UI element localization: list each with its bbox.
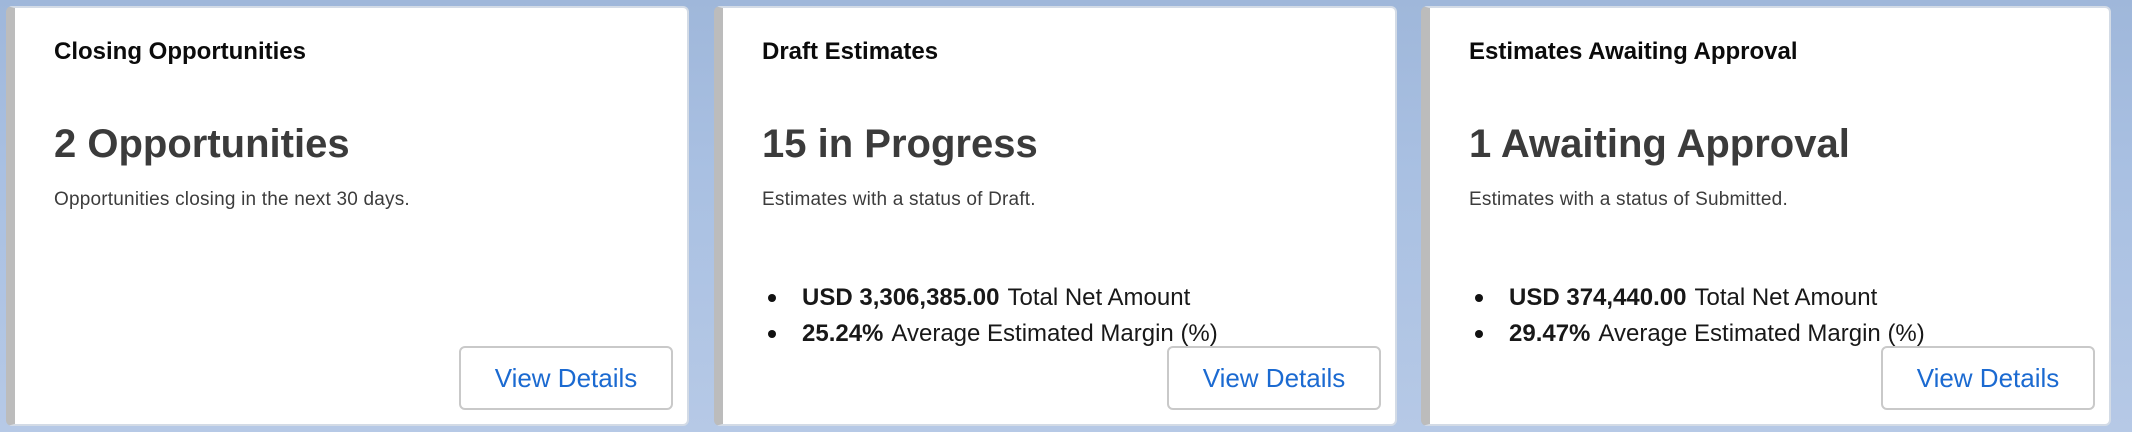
card-title: Closing Opportunities	[54, 38, 306, 65]
view-details-button[interactable]: View Details	[1881, 346, 2095, 410]
card-headline: 1 Awaiting Approval	[1469, 122, 1850, 166]
bullet-icon	[768, 330, 776, 338]
metric-item: 29.47% Average Estimated Margin (%)	[1469, 316, 1925, 352]
view-details-button[interactable]: View Details	[1167, 346, 1381, 410]
metric-value: 25.24%	[802, 320, 884, 347]
metric-label: Total Net Amount	[1694, 284, 1878, 311]
metric-label: Total Net Amount	[1007, 284, 1191, 311]
metric-value: 29.47%	[1509, 320, 1591, 347]
metric-value: USD 3,306,385.00	[802, 284, 1000, 311]
bullet-icon	[1475, 294, 1483, 302]
metric-item: 25.24% Average Estimated Margin (%)	[762, 316, 1218, 352]
card-closing-opportunities: Closing Opportunities 2 Opportunities Op…	[6, 6, 689, 426]
metric-value: USD 374,440.00	[1509, 284, 1687, 311]
bullet-icon	[1475, 330, 1483, 338]
card-headline: 2 Opportunities	[54, 122, 350, 166]
card-estimates-awaiting-approval: Estimates Awaiting Approval 1 Awaiting A…	[1421, 6, 2111, 426]
card-description: Estimates with a status of Draft.	[762, 189, 1036, 210]
card-title: Draft Estimates	[762, 38, 939, 65]
card-headline: 15 in Progress	[762, 122, 1038, 166]
card-description: Opportunities closing in the next 30 day…	[54, 189, 410, 210]
metric-label: Average Estimated Margin (%)	[1598, 320, 1925, 347]
metrics-list: USD 374,440.00 Total Net Amount 29.47% A…	[1469, 280, 1925, 352]
bullet-icon	[768, 294, 776, 302]
metric-item: USD 374,440.00 Total Net Amount	[1469, 280, 1925, 316]
card-description: Estimates with a status of Submitted.	[1469, 189, 1788, 210]
metric-item: USD 3,306,385.00 Total Net Amount	[762, 280, 1218, 316]
card-title: Estimates Awaiting Approval	[1469, 38, 1798, 65]
view-details-button[interactable]: View Details	[459, 346, 673, 410]
metrics-list: USD 3,306,385.00 Total Net Amount 25.24%…	[762, 280, 1218, 352]
metric-label: Average Estimated Margin (%)	[891, 320, 1218, 347]
card-draft-estimates: Draft Estimates 15 in Progress Estimates…	[714, 6, 1397, 426]
